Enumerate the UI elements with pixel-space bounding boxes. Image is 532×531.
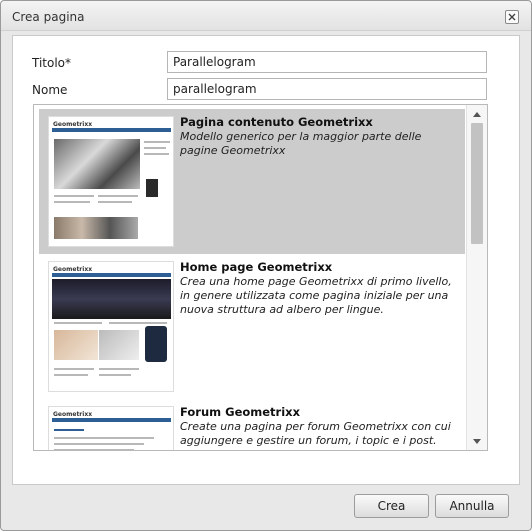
scroll-up-arrow-icon[interactable] [472,109,482,119]
template-description: Modello generico per la maggior parte de… [180,130,422,157]
template-thumbnail: Geometrixx [48,261,174,392]
title-field[interactable] [167,51,487,73]
template-thumbnail: Geometrixx [48,116,174,247]
scroll-down-arrow-icon[interactable] [472,436,482,446]
template-name: Home page Geometrixx [180,260,333,274]
template-item-content-page[interactable]: Geometrixx Pagina contenuto Geometrixx M… [39,109,465,254]
close-button[interactable] [505,10,519,24]
cancel-button[interactable]: Annulla [435,494,509,518]
template-item-home-page[interactable]: Geometrixx Home page Geometrixx Crea una… [39,254,465,399]
scrollbar-thumb[interactable] [471,123,483,244]
dialog-title: Crea pagina [12,10,85,24]
required-mark: * [65,56,72,70]
title-field-label: Titolo* [32,56,72,70]
template-description: Create una pagina per forum Geometrixx c… [180,420,451,447]
dialog-body: Titolo* Nome Geometrixx [12,35,520,485]
dialog-titlebar[interactable]: Crea pagina [1,1,531,31]
template-name: Pagina contenuto Geometrixx [180,115,373,129]
template-list[interactable]: Geometrixx Pagina contenuto Geometrixx M… [33,104,488,451]
name-field-label: Nome [32,83,68,97]
template-item-forum[interactable]: Geometrixx Forum Geometrixx Create una p… [39,399,465,450]
close-icon [508,13,516,21]
template-description: Crea una home page Geometrixx di primo l… [180,275,452,316]
template-name: Forum Geometrixx [180,405,301,419]
create-button[interactable]: Crea [354,494,429,518]
template-thumbnail: Geometrixx [48,406,174,450]
template-list-scrollbar[interactable] [466,105,487,450]
name-field[interactable] [167,78,487,100]
create-page-dialog: Crea pagina Titolo* Nome Geometrixx [0,0,532,531]
